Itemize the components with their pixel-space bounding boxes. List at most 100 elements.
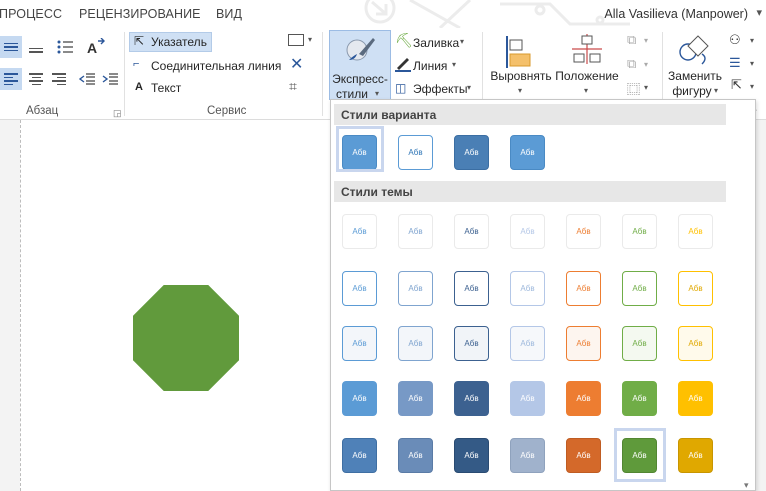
theme-style-swatch[interactable]: Абв — [622, 214, 657, 249]
theme-style-swatch[interactable]: Абв — [678, 326, 713, 361]
align-center-icon[interactable] — [25, 68, 47, 90]
theme-style-swatch[interactable]: Абв — [342, 214, 377, 249]
text-tool-label[interactable]: Текст — [151, 81, 181, 95]
chevron-down-icon[interactable]: ▾ — [750, 36, 754, 45]
theme-style-swatch[interactable]: Абв — [510, 326, 545, 361]
tab-process[interactable]: ПРОЦЕСС — [0, 7, 62, 21]
connection-point-icon[interactable]: ⌗ — [289, 78, 297, 95]
theme-style-swatch[interactable]: Абв — [566, 326, 601, 361]
align-top-icon[interactable] — [0, 36, 22, 58]
change-shape-label-line1[interactable]: Заменить — [665, 69, 725, 84]
decrease-indent-icon[interactable] — [76, 68, 98, 90]
theme-style-swatch[interactable]: Абв — [678, 438, 713, 473]
svg-text:A: A — [87, 40, 97, 56]
group-separator — [322, 32, 323, 116]
change-shape-icon[interactable] — [678, 34, 712, 66]
theme-style-swatch[interactable]: Абв — [566, 381, 601, 416]
rectangle-tool-icon[interactable] — [288, 34, 304, 46]
ribbon-tab-bar: ПРОЦЕСС РЕЦЕНЗИРОВАНИЕ ВИД Alla Vasiliev… — [0, 0, 766, 28]
theme-style-swatch[interactable]: Абв — [342, 326, 377, 361]
chevron-down-icon[interactable]: ▾ — [750, 82, 754, 91]
theme-style-swatch[interactable]: Абв — [622, 326, 657, 361]
theme-style-swatch[interactable]: Абв — [398, 381, 433, 416]
align-right-icon[interactable] — [48, 68, 70, 90]
fill-label[interactable]: Заливка — [413, 36, 459, 50]
theme-style-swatch[interactable]: Абв — [566, 271, 601, 306]
fill-bucket-icon[interactable]: ⛏ — [395, 32, 413, 49]
close-icon[interactable]: ✕ — [290, 54, 303, 74]
group-objects-icon[interactable]: ⿴ — [627, 79, 640, 98]
theme-style-swatch[interactable]: Абв — [510, 381, 545, 416]
connector-tool-label[interactable]: Соединительная линия — [151, 59, 281, 73]
theme-style-swatch[interactable]: Абв — [566, 438, 601, 473]
theme-style-swatch[interactable]: Абв — [678, 214, 713, 249]
increase-indent-icon[interactable] — [99, 68, 121, 90]
theme-style-swatch[interactable]: Абв — [510, 214, 545, 249]
theme-style-swatch[interactable]: Абв — [622, 271, 657, 306]
text-tool-icon[interactable]: A — [135, 81, 143, 93]
theme-style-swatch[interactable]: Абв — [398, 438, 433, 473]
effects-label[interactable]: Эффекты — [413, 82, 468, 96]
bullet-list-icon[interactable] — [54, 36, 76, 58]
chevron-down-icon[interactable]: ▾ — [744, 480, 749, 491]
theme-style-swatch[interactable]: Абв — [678, 271, 713, 306]
align-left-icon[interactable] — [0, 68, 22, 90]
variant-style-swatch[interactable]: Абв — [454, 135, 489, 170]
send-backward-icon[interactable]: ⧉ — [627, 56, 636, 72]
quick-styles-gallery: Стили варианта Абв Абв Абв Абв Стили темы А… — [330, 99, 756, 491]
align-middle-icon[interactable] — [25, 36, 47, 58]
chevron-down-icon[interactable]: ▾ — [714, 86, 718, 95]
theme-style-swatch[interactable]: Абв — [622, 381, 657, 416]
chevron-down-icon[interactable]: ▾ — [584, 86, 588, 95]
tab-view[interactable]: ВИД — [216, 7, 242, 21]
align-label[interactable]: Выровнять — [490, 69, 552, 84]
tab-review[interactable]: РЕЦЕНЗИРОВАНИЕ — [79, 7, 201, 21]
selected-style-frame — [614, 428, 666, 482]
dialog-launcher-icon[interactable]: ◲ — [113, 108, 122, 119]
chevron-down-icon[interactable]: ▾ — [518, 86, 522, 95]
octagon-shape[interactable] — [133, 285, 239, 391]
chevron-down-icon[interactable]: ▾ — [308, 35, 312, 44]
theme-style-swatch[interactable]: Абв — [454, 326, 489, 361]
theme-style-swatch[interactable]: Абв — [398, 214, 433, 249]
position-icon[interactable] — [572, 34, 602, 66]
select-cursor-icon[interactable]: ⇱ — [731, 77, 742, 93]
theme-style-swatch[interactable]: Абв — [342, 381, 377, 416]
chevron-down-icon[interactable]: ▾ — [644, 60, 648, 69]
pen-line-icon[interactable] — [395, 56, 411, 72]
align-objects-icon[interactable] — [504, 36, 534, 68]
theme-style-swatch[interactable]: Абв — [454, 271, 489, 306]
chevron-down-icon[interactable]: ▾ — [750, 59, 754, 68]
position-label[interactable]: Положение — [553, 69, 621, 84]
chevron-down-icon[interactable]: ▾ — [756, 6, 762, 19]
theme-style-swatch[interactable]: Абв — [454, 381, 489, 416]
group-label-paragraph: Абзац — [26, 105, 59, 117]
chevron-down-icon[interactable]: ▾ — [452, 60, 456, 69]
theme-style-swatch[interactable]: Абв — [510, 271, 545, 306]
theme-style-swatch[interactable]: Абв — [398, 326, 433, 361]
theme-style-swatch[interactable]: Абв — [566, 214, 601, 249]
quick-styles-label-line1: Экспресс- — [332, 72, 388, 86]
user-account-name[interactable]: Alla Vasilieva (Manpower) — [604, 7, 748, 21]
theme-style-swatch[interactable]: Абв — [454, 214, 489, 249]
theme-style-swatch[interactable]: Абв — [342, 438, 377, 473]
text-direction-icon[interactable]: A — [84, 36, 108, 58]
variant-style-swatch[interactable]: Абв — [510, 135, 545, 170]
theme-style-swatch[interactable]: Абв — [454, 438, 489, 473]
connector-icon[interactable]: ⌐ — [133, 58, 139, 70]
theme-style-swatch[interactable]: Абв — [678, 381, 713, 416]
chevron-down-icon[interactable]: ▾ — [467, 83, 471, 92]
variant-style-swatch[interactable]: Абв — [398, 135, 433, 170]
layers-icon[interactable]: ☰ — [729, 55, 741, 71]
theme-style-swatch[interactable]: Абв — [398, 271, 433, 306]
chevron-down-icon[interactable]: ▾ — [460, 37, 464, 46]
theme-style-swatch[interactable]: Абв — [342, 271, 377, 306]
effects-icon[interactable]: ◫ — [395, 81, 406, 95]
chevron-down-icon[interactable]: ▾ — [644, 83, 648, 92]
find-binoculars-icon[interactable]: ⚇ — [729, 32, 741, 48]
chevron-down-icon[interactable]: ▾ — [644, 36, 648, 45]
theme-style-swatch[interactable]: Абв — [510, 438, 545, 473]
line-label[interactable]: Линия — [413, 59, 447, 73]
bring-forward-icon[interactable]: ⧉ — [627, 32, 636, 48]
change-shape-label-line2[interactable]: фигуру — [667, 84, 717, 99]
